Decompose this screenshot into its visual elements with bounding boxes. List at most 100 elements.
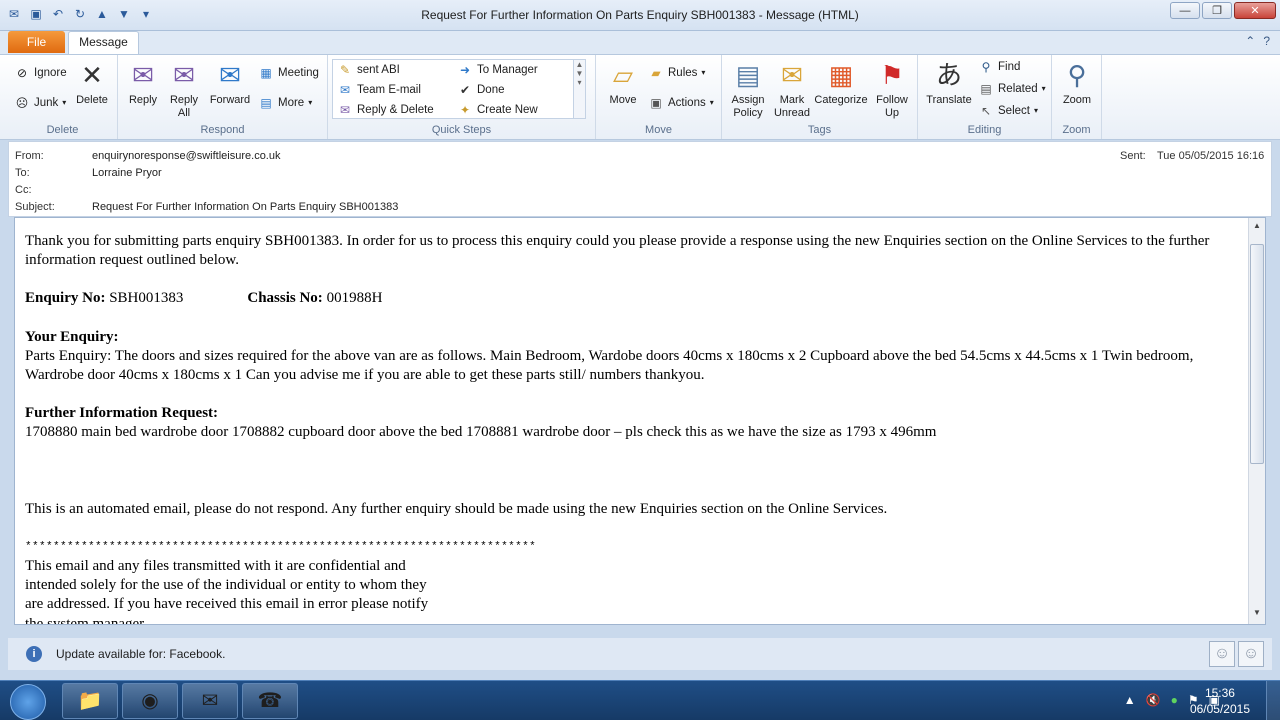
tray-expand-icon[interactable]: ▲ [1124,693,1136,707]
forward-icon: ✉ [219,60,241,90]
quicksteps-group: ✎ sent ABI ➜ To Manager ✉ Team E-mail ✔ Done… [328,55,596,139]
assign-policy-icon: ▤ [735,60,761,90]
body-scrollbar[interactable]: ▲ ▼ [1248,218,1265,624]
sent-label: Sent: [1120,150,1146,162]
related-button[interactable]: ▤ Related ▾ [978,81,1045,97]
chrome-taskbar-icon[interactable]: ◉ [122,683,178,719]
restore-button[interactable]: ❐ [1202,2,1232,19]
reply-all-icon: ✉ [173,60,195,90]
enquiry-label: Enquiry No: [25,290,106,307]
delete-x-icon: ✕ [81,60,103,90]
quickstep-to-manager[interactable]: ➜ To Manager [457,62,538,78]
title-bar: ✉ ▣ ↶ ↻ ▲ ▼ ▾ Request For Further Inform… [0,0,1280,31]
ignore-button[interactable]: ⊘ Ignore [14,65,67,81]
more-button[interactable]: ▤ More ▾ [258,95,312,111]
follow-up-flag-icon: ⚑ [880,60,904,90]
tags-group: ▤ Assign Policy ✉ Mark Unread ▦ Categorize ⚑ F… [722,55,918,139]
chassis-number: 001988H [322,290,383,307]
find-button[interactable]: ⚲ Find [978,59,1021,75]
tags-group-label: Tags [807,124,832,136]
window-title: Request For Further Information On Parts… [421,8,859,22]
taskbar: 📁 ◉ ✉ ☎ ▲ 🔇 ● ⚑ ▣ 15:36 06/05/2015 [0,680,1280,720]
from-address[interactable]: enquirynoresponse@swiftleisure.co.uk [92,150,280,162]
disclaimer-line-3: are addressed. If you have received this… [25,596,429,613]
follow-up-button[interactable]: ⚑ Follow Up [872,59,912,120]
quicksteps-scroll[interactable]: ▲ ▼ ▾ [573,60,585,118]
app-taskbar-icon[interactable]: ☎ [242,683,298,719]
show-desktop-button[interactable] [1266,681,1280,720]
chassis-label: Chassis No: [247,290,323,307]
mark-unread-button[interactable]: ✉ Mark Unread [770,59,814,120]
help-icon[interactable]: ? [1263,34,1270,48]
delete-button[interactable]: ✕ Delete [74,59,110,107]
volume-muted-icon[interactable]: 🔇 [1146,693,1161,707]
translate-button[interactable]: あ Translate [922,59,976,107]
team-email-icon: ✉ [339,83,351,97]
select-cursor-icon: ↖ [980,104,992,118]
explorer-taskbar-icon[interactable]: 📁 [62,683,118,719]
mark-unread-icon: ✉ [781,60,803,90]
quickstep-done[interactable]: ✔ Done [457,82,505,98]
person-avatar-icon[interactable]: ☺ [1209,641,1235,667]
enquiry-line: Enquiry No: SBH001383 Chassis No: 001988H [25,289,1240,308]
close-button[interactable]: ✕ [1234,2,1276,19]
minimize-ribbon-icon[interactable]: ⌃ [1245,34,1255,48]
quicksteps-gallery: ✎ sent ABI ➜ To Manager ✉ Team E-mail ✔ Done… [332,59,586,119]
select-button[interactable]: ↖ Select ▾ [978,103,1038,119]
clock-date: 06/05/2015 [1189,702,1250,716]
ignore-icon: ⊘ [16,66,28,80]
enquiry-number: SBH001383 [105,290,184,307]
tab-file[interactable]: File [8,31,65,53]
move-button[interactable]: ▱ Move [602,59,644,107]
quickstep-create-new[interactable]: ✦ Create New [457,102,538,118]
reply-delete-icon: ✉ [339,103,351,117]
disclaimer-line-2: intended solely for the use of the indiv… [25,577,427,594]
update-notice[interactable]: Update available for: Facebook. [56,647,225,661]
status-green-icon[interactable]: ● [1171,693,1178,707]
forward-button[interactable]: ✉ Forward [206,59,254,107]
zoom-button[interactable]: ⚲ Zoom [1056,59,1098,107]
reply-all-button[interactable]: ✉ Reply All [166,59,202,120]
subject-label: Subject: [15,201,55,213]
sent-date: Tue 05/05/2015 16:16 [1157,150,1265,162]
quickstep-team-email[interactable]: ✉ Team E-mail [337,82,421,98]
to-recipient[interactable]: Lorraine Pryor [92,167,162,179]
start-button[interactable] [10,684,46,720]
delete-group-label: Delete [46,124,79,136]
quickstep-sent-abi[interactable]: ✎ sent ABI [337,62,400,78]
quickstep-reply-delete[interactable]: ✉ Reply & Delete [337,102,434,118]
scroll-up-arrow[interactable]: ▲ [1251,221,1263,235]
meeting-button[interactable]: ▦ Meeting [258,65,319,81]
disclaimer-line-1: This email and any files transmitted wit… [25,558,406,575]
subject-text: Request For Further Information On Parts… [92,201,399,213]
assign-policy-button[interactable]: ▤ Assign Policy [726,59,770,120]
cc-label: Cc: [15,184,32,196]
to-label: To: [15,167,30,179]
categorize-icon: ▦ [828,60,854,90]
outlook-taskbar-icon[interactable]: ✉ [182,683,238,719]
further-info-text: 1708880 main bed wardrobe door 1708882 c… [25,424,937,441]
info-icon: i [26,646,42,662]
categorize-button[interactable]: ▦ Categorize [814,59,868,107]
tab-message[interactable]: Message [68,31,139,55]
message-body: Thank you for submitting parts enquiry S… [14,217,1266,625]
junk-button[interactable]: ☹ Junk ▾ [14,95,67,111]
create-new-icon: ✦ [459,103,471,117]
scroll-down-arrow[interactable]: ▼ [1251,608,1263,622]
move-folder-icon: ▱ [613,60,633,90]
clock[interactable]: 15:36 06/05/2015 [1190,685,1250,717]
your-enquiry-heading: Your Enquiry: [25,328,119,345]
actions-button[interactable]: ▣ Actions ▾ [648,95,713,111]
people-pane-infobar: i Update available for: Facebook. ☺ ☺ [8,638,1272,670]
separator-stars: ****************************************… [25,540,537,553]
junk-icon: ☹ [15,96,29,110]
from-label: From: [15,150,44,162]
quickstep-icon: ✎ [339,63,351,77]
person-avatar-icon[interactable]: ☺ [1238,641,1264,667]
rules-button[interactable]: ▰ Rules ▾ [648,65,705,81]
meeting-icon: ▦ [260,66,272,80]
find-binoculars-icon: ⚲ [981,60,991,74]
scroll-thumb[interactable] [1250,244,1264,464]
reply-button[interactable]: ✉ Reply [124,59,162,107]
minimize-button[interactable]: — [1170,2,1200,19]
